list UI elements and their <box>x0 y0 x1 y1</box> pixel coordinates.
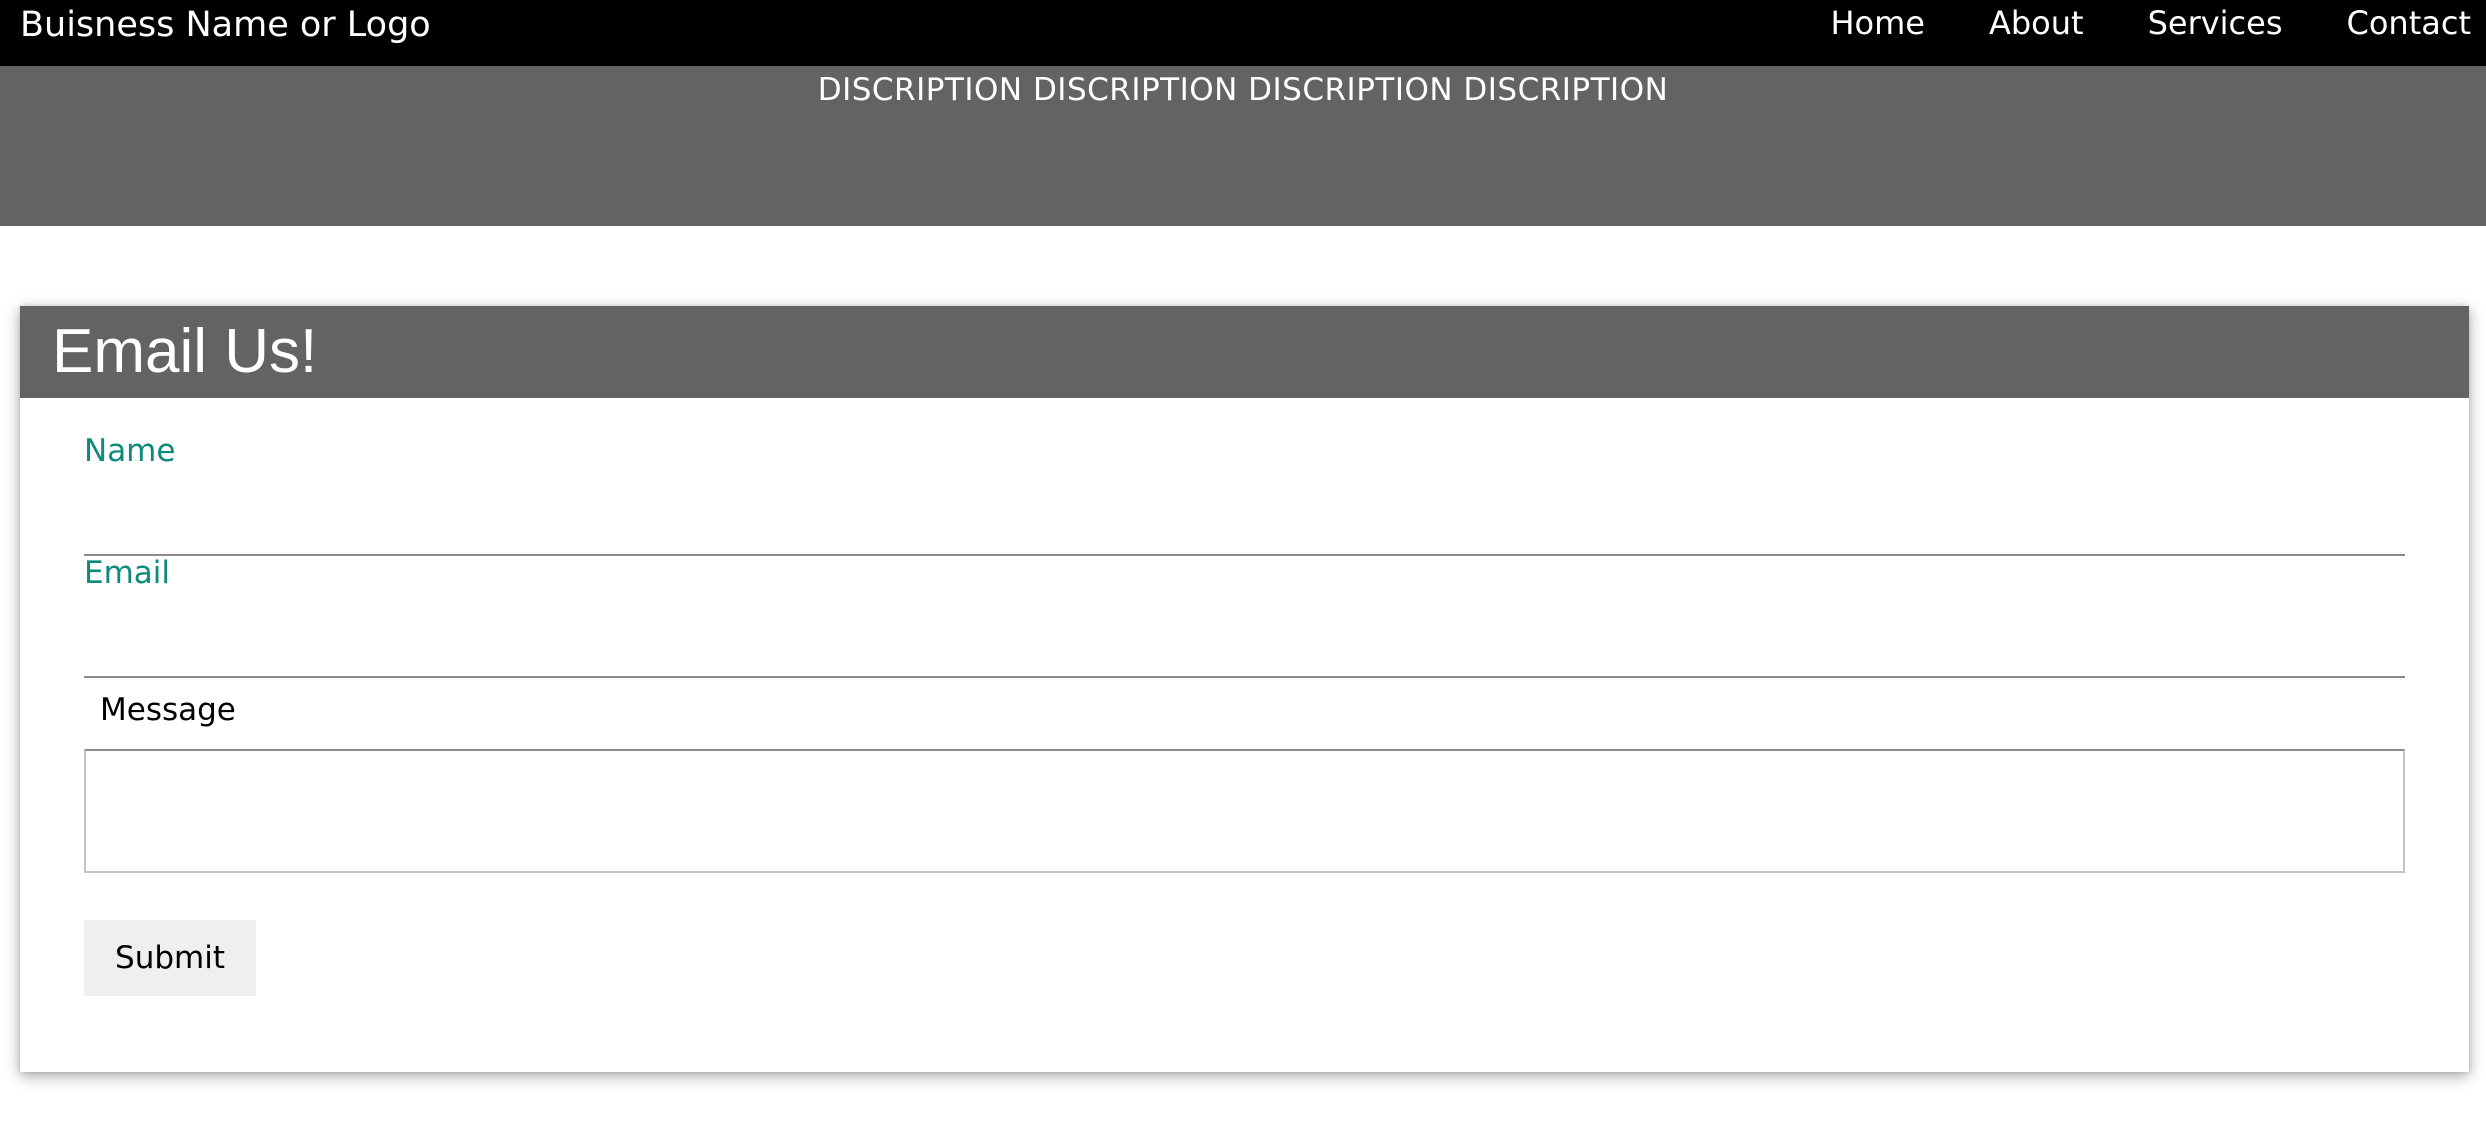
hero-description: DISCRIPTION DISCRIPTION DISCRIPTION DISC… <box>817 72 1669 108</box>
message-label: Message <box>100 692 236 728</box>
message-textarea[interactable] <box>84 749 2405 873</box>
main-nav: Home About Services Contact <box>1830 0 2471 46</box>
form-header: Email Us! <box>20 306 2469 398</box>
name-label: Name <box>84 433 176 469</box>
submit-button[interactable]: Submit <box>84 920 256 996</box>
hero-banner: DISCRIPTION DISCRIPTION DISCRIPTION DISC… <box>0 66 2486 226</box>
form-title: Email Us! <box>52 317 318 386</box>
email-form-card: Email Us! Name Email Message Submit <box>20 306 2469 1072</box>
top-navbar: Buisness Name or Logo Home About Service… <box>0 0 2486 66</box>
name-input[interactable] <box>84 508 2405 556</box>
brand-logo[interactable]: Buisness Name or Logo <box>20 0 431 50</box>
nav-link-home[interactable]: Home <box>1830 4 1925 42</box>
email-label: Email <box>84 555 171 591</box>
nav-link-about[interactable]: About <box>1989 4 2084 42</box>
nav-link-contact[interactable]: Contact <box>2347 4 2472 42</box>
nav-link-services[interactable]: Services <box>2148 4 2283 42</box>
email-input[interactable] <box>84 630 2405 678</box>
